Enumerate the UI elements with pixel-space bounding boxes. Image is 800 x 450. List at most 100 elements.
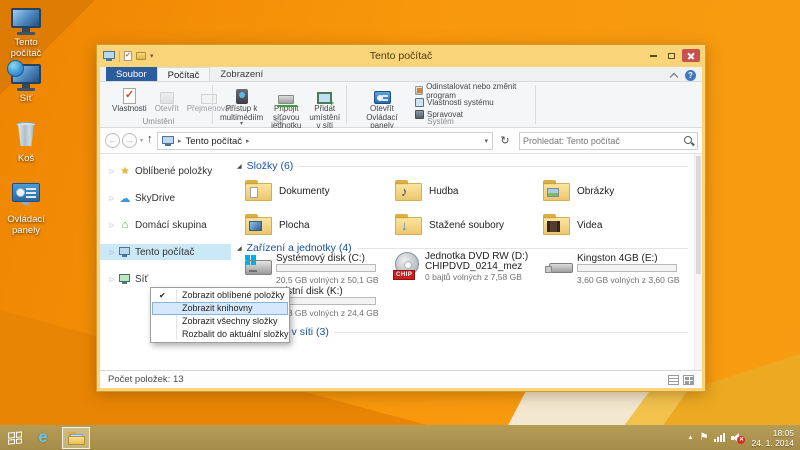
control-panel-icon: [9, 183, 43, 213]
menu-item-expand-to-current-folder[interactable]: Rozbalit do aktuální složky: [152, 328, 288, 341]
tab-zobrazeni[interactable]: Zobrazení: [210, 67, 273, 81]
divider: [334, 332, 688, 333]
chevron-down-icon[interactable]: ▾: [150, 52, 154, 60]
minimize-button[interactable]: [646, 49, 661, 62]
uninstall-program-button[interactable]: Odinstalovat nebo změnit program: [415, 85, 532, 96]
sidebar-item-network[interactable]: ▷ Síť: [100, 271, 231, 287]
system-tray: ▲ ⚑ ✕ 18:05 24. 1. 2014: [688, 425, 796, 450]
section-header-folders[interactable]: ◢ Složky (6): [237, 160, 688, 172]
system-properties-icon: [415, 98, 424, 107]
folder-item-pictures[interactable]: Obrázky: [543, 178, 691, 206]
expander-icon[interactable]: ▷: [106, 168, 118, 175]
breadcrumb-item[interactable]: Tento počítač: [186, 136, 243, 147]
collapse-ribbon-icon[interactable]: [670, 72, 678, 80]
uninstall-icon: [415, 86, 423, 95]
search-input[interactable]: [523, 136, 684, 146]
folder-item-music[interactable]: ♪ Hudba: [395, 178, 543, 206]
folder-label: Stažené soubory: [429, 220, 504, 231]
section-header-network-locations[interactable]: ◢ Umístění v síti (3): [237, 326, 688, 338]
up-button[interactable]: ↑: [147, 133, 153, 145]
desktop: Tento počítač Síť Koš Ovládací panely ▾: [0, 0, 800, 450]
folder-icon: ↓: [395, 214, 422, 235]
expander-icon[interactable]: ▷: [106, 249, 118, 256]
back-button[interactable]: ←: [105, 133, 120, 148]
help-icon[interactable]: ?: [685, 70, 696, 81]
folder-item-documents[interactable]: Dokumenty: [245, 178, 393, 206]
checkmark-icon: ✔: [159, 289, 166, 302]
drive-volume-label: CHIPDVD_0214_mez: [425, 261, 522, 272]
thumbnails-view-icon[interactable]: [683, 375, 694, 385]
expander-icon[interactable]: ▷: [106, 222, 118, 229]
taskbar-item-file-explorer-active[interactable]: [62, 427, 90, 449]
open-button[interactable]: Otevřít: [152, 85, 182, 115]
sidebar-item-this-pc[interactable]: ▷ Tento počítač: [100, 244, 231, 260]
drive-item-system-disk-c[interactable]: Systémový disk (C:) 20,5 GB volných z 50…: [245, 253, 393, 285]
folder-item-desktop[interactable]: Plocha: [245, 212, 393, 240]
media-access-icon: [236, 86, 248, 104]
desktop-icon-control-panel[interactable]: Ovládací panely: [0, 180, 52, 236]
title-bar[interactable]: ▾ Tento počítač: [97, 45, 705, 67]
sidebar-item-homegroup[interactable]: ▷ ⌂ Domácí skupina: [100, 217, 231, 233]
drive-item-kingston-e[interactable]: Kingston 4GB (E:) 3,60 GB volných z 3,60…: [543, 253, 693, 285]
drive-item-dvd-d[interactable]: CHIP Jednotka DVD RW (D:) CHIPDVD_0214_m…: [395, 251, 543, 285]
chevron-down-icon[interactable]: ▾: [484, 137, 488, 145]
folder-icon: [543, 214, 570, 235]
drive-info: 3,60 GB volných z 3,60 GB: [577, 275, 680, 285]
context-menu: ✔ Zobrazit oblíbené položky Zobrazit kni…: [150, 287, 290, 343]
desktop-icon-this-pc[interactable]: Tento počítač: [0, 6, 52, 59]
vertical-scrollbar[interactable]: [694, 154, 702, 370]
collapse-section-icon[interactable]: ◢: [237, 163, 242, 170]
folder-label: Dokumenty: [279, 186, 330, 197]
hidden-icons-chevron-icon[interactable]: ▲: [688, 435, 694, 441]
tray-clock[interactable]: 18:05 24. 1. 2014: [751, 428, 796, 448]
folder-item-downloads[interactable]: ↓ Stažené soubory: [395, 212, 543, 240]
properties-button[interactable]: Vlastnosti: [109, 85, 150, 115]
file-list: ◢ Složky (6) Dokumenty ♪ Hudba Obr: [231, 154, 702, 370]
folder-item-videos[interactable]: Videa: [543, 212, 691, 240]
menu-item-show-libraries[interactable]: Zobrazit knihovny: [152, 302, 288, 315]
desktop-icon-network[interactable]: Síť: [0, 62, 52, 105]
capacity-bar: [276, 264, 376, 272]
tab-soubor[interactable]: Soubor: [106, 67, 157, 81]
desktop-icon-label: Ovládací panely: [0, 215, 52, 236]
system-properties-button[interactable]: Vlastnosti systému: [415, 97, 532, 108]
desktop-icon-recycle-bin[interactable]: Koš: [0, 120, 52, 165]
folder-label: Plocha: [279, 220, 310, 231]
window-system-icon[interactable]: [103, 51, 115, 61]
menu-item-show-favorites[interactable]: ✔ Zobrazit oblíbené položky: [152, 289, 288, 302]
volume-muted-icon[interactable]: ✕: [731, 432, 745, 444]
refresh-icon[interactable]: ↻: [497, 132, 513, 150]
homegroup-icon: ⌂: [118, 219, 132, 231]
scrollbar-thumb[interactable]: [696, 156, 701, 274]
ribbon-group-label: Systém: [349, 117, 532, 126]
details-view-icon[interactable]: [668, 375, 679, 385]
network-icon: [118, 274, 132, 284]
chevron-right-icon: ▸: [246, 137, 250, 145]
expander-icon[interactable]: ▷: [106, 195, 118, 202]
drive-name: Kingston 4GB (E:): [577, 253, 658, 264]
start-button[interactable]: [0, 425, 30, 450]
folder-icon: ♪: [395, 180, 422, 201]
breadcrumb[interactable]: ▸ Tento počítač ▸ ▾: [157, 132, 493, 150]
tab-pocitac[interactable]: Počítač: [157, 67, 211, 81]
new-folder-icon[interactable]: [136, 52, 146, 60]
ribbon-tab-row: Soubor Počítač Zobrazení ?: [100, 67, 702, 82]
menu-item-show-all-folders[interactable]: Zobrazit všechny složky: [152, 315, 288, 328]
network-signal-icon[interactable]: [714, 433, 725, 442]
collapse-section-icon[interactable]: ◢: [237, 245, 242, 252]
divider: [346, 85, 347, 124]
close-button[interactable]: [682, 49, 700, 62]
tray-date: 24. 1. 2014: [751, 438, 794, 448]
action-center-flag-icon[interactable]: ⚑: [699, 432, 708, 443]
recent-locations-icon[interactable]: ▾: [140, 137, 143, 144]
expander-icon[interactable]: ▷: [106, 276, 118, 283]
properties-icon[interactable]: [124, 51, 132, 61]
search-box[interactable]: [519, 132, 698, 150]
maximize-button[interactable]: [664, 49, 679, 62]
taskbar-item-internet-explorer[interactable]: e: [30, 425, 56, 450]
forward-button[interactable]: →: [122, 133, 137, 148]
status-bar: Počet položek: 13: [100, 370, 702, 388]
sidebar-item-favorites[interactable]: ▷ ★ Oblíbené položky: [100, 163, 231, 179]
divider: [212, 85, 213, 124]
sidebar-item-skydrive[interactable]: ▷ ☁ SkyDrive: [100, 190, 231, 206]
